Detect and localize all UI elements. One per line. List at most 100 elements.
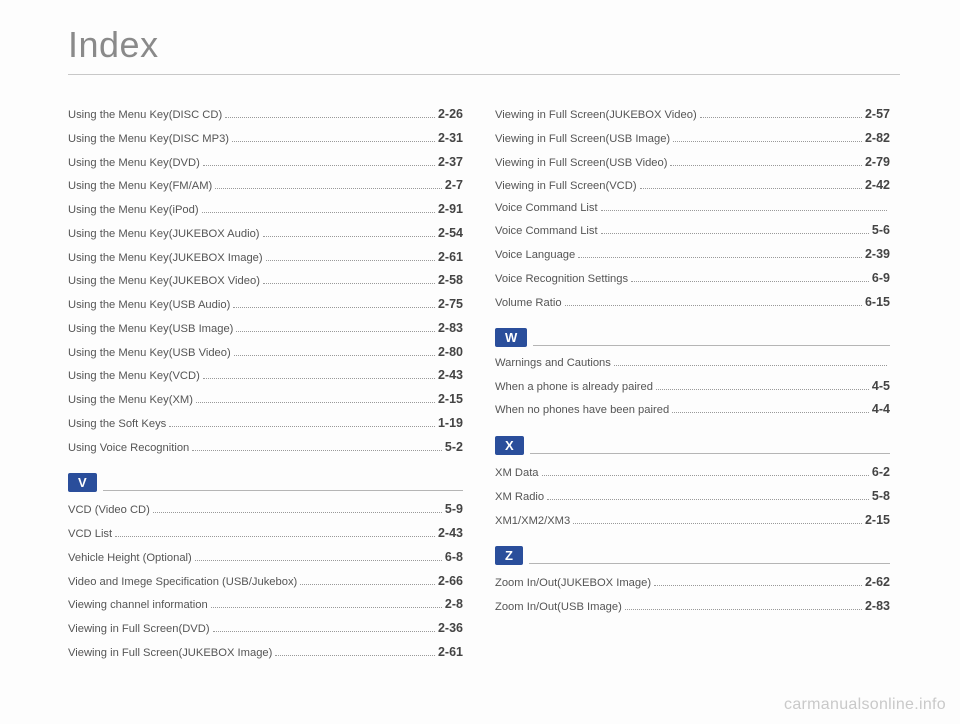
dot-leader xyxy=(300,584,435,585)
index-entry: Using the Menu Key(iPod)2-91 xyxy=(68,198,463,222)
index-entry: Voice Command List xyxy=(495,198,890,219)
index-entry: Zoom In/Out(JUKEBOX Image)2-62 xyxy=(495,571,890,595)
entry-page: 2-57 xyxy=(865,103,890,127)
section-rule xyxy=(529,563,890,564)
section-letter: X xyxy=(495,436,524,455)
entry-page: 2-7 xyxy=(445,174,463,198)
dot-leader xyxy=(565,305,862,306)
entry-label: Using the Menu Key(JUKEBOX Audio) xyxy=(68,224,260,245)
dot-leader xyxy=(234,355,435,356)
dot-leader xyxy=(573,523,862,524)
section-letter: W xyxy=(495,328,527,347)
dot-leader xyxy=(215,188,442,189)
entry-label: Using the Menu Key(DISC MP3) xyxy=(68,129,229,150)
dot-leader xyxy=(263,236,435,237)
entry-page: 2-66 xyxy=(438,570,463,594)
entry-page: 4-4 xyxy=(872,398,890,422)
dot-leader xyxy=(601,233,869,234)
entry-page: 2-15 xyxy=(438,388,463,412)
section-head-x: X xyxy=(495,436,890,455)
section-rule xyxy=(530,453,890,454)
entry-label: XM1/XM2/XM3 xyxy=(495,511,570,532)
index-entry: Using the Menu Key(USB Audio) 2-75 xyxy=(68,293,463,317)
entry-page: 2-8 xyxy=(445,593,463,617)
index-entry: Using the Menu Key(VCD)2-43 xyxy=(68,364,463,388)
entry-label: Viewing in Full Screen(USB Video) xyxy=(495,153,667,174)
index-entry: Viewing in Full Screen(USB Video)2-79 xyxy=(495,151,890,175)
entry-page: 2-15 xyxy=(865,509,890,533)
entry-page: 6-8 xyxy=(445,546,463,570)
title-rule xyxy=(68,74,900,75)
entry-page: 1-19 xyxy=(438,412,463,436)
entry-label: Using the Menu Key(USB Audio) xyxy=(68,295,230,316)
column-right: Viewing in Full Screen(JUKEBOX Video) 2-5… xyxy=(495,103,890,665)
entry-page: 2-39 xyxy=(865,243,890,267)
section-rule xyxy=(533,345,890,346)
dot-leader xyxy=(625,609,862,610)
dot-leader xyxy=(196,402,435,403)
dot-leader xyxy=(203,165,435,166)
index-columns: Using the Menu Key(DISC CD)2-26Using the… xyxy=(68,103,900,665)
dot-leader xyxy=(640,188,862,189)
entry-label: Voice Language xyxy=(495,245,575,266)
section-letter: V xyxy=(68,473,97,492)
dot-leader xyxy=(654,585,862,586)
entry-page: 2-62 xyxy=(865,571,890,595)
entry-page: 2-37 xyxy=(438,151,463,175)
entry-label: When a phone is already paired xyxy=(495,377,653,398)
index-entry: Zoom In/Out(USB Image) 2-83 xyxy=(495,595,890,619)
index-entry: Viewing in Full Screen(VCD)2-42 xyxy=(495,174,890,198)
index-entry: Using the Menu Key(XM)2-15 xyxy=(68,388,463,412)
index-entry: Viewing in Full Screen(USB Image)2-82 xyxy=(495,127,890,151)
entry-page: 2-61 xyxy=(438,246,463,270)
entry-page: 2-75 xyxy=(438,293,463,317)
entry-label: Using the Menu Key(iPod) xyxy=(68,200,199,221)
column-left: Using the Menu Key(DISC CD)2-26Using the… xyxy=(68,103,463,665)
entry-label: Zoom In/Out(USB Image) xyxy=(495,597,622,618)
entry-label: Viewing in Full Screen(JUKEBOX Image) xyxy=(68,643,272,664)
index-entry: Video and Imege Specification (USB/Jukeb… xyxy=(68,570,463,594)
entry-page: 2-43 xyxy=(438,364,463,388)
dot-leader xyxy=(266,260,435,261)
index-entry: Voice Command List 5-6 xyxy=(495,219,890,243)
entry-label: Voice Recognition Settings xyxy=(495,269,628,290)
entry-label: VCD (Video CD) xyxy=(68,500,150,521)
index-entry: XM Radio5-8 xyxy=(495,485,890,509)
entry-label: Using the Menu Key(USB Image) xyxy=(68,319,233,340)
index-entry: Viewing in Full Screen(JUKEBOX Image) 2-6… xyxy=(68,641,463,665)
dot-leader xyxy=(673,141,862,142)
dot-leader xyxy=(211,607,442,608)
entry-page: 2-83 xyxy=(865,595,890,619)
entry-page: 2-42 xyxy=(865,174,890,198)
entry-label: Viewing in Full Screen(JUKEBOX Video) xyxy=(495,105,697,126)
index-entry: XM1/XM2/XM3 2-15 xyxy=(495,509,890,533)
entry-page: 5-8 xyxy=(872,485,890,509)
entry-page: 2-61 xyxy=(438,641,463,665)
dot-leader xyxy=(614,365,887,366)
dot-leader xyxy=(202,212,435,213)
dot-leader xyxy=(236,331,435,332)
entry-label: Voice Command List xyxy=(495,221,598,242)
entry-label: Warnings and Cautions xyxy=(495,353,611,374)
dot-leader xyxy=(232,141,435,142)
entry-page: 2-26 xyxy=(438,103,463,127)
entry-label: Using the Menu Key(USB Video) xyxy=(68,343,231,364)
dot-leader xyxy=(631,281,869,282)
index-entry: Using the Menu Key(DISC MP3) 2-31 xyxy=(68,127,463,151)
entry-page: 2-31 xyxy=(438,127,463,151)
dot-leader xyxy=(169,426,435,427)
dot-leader xyxy=(656,389,869,390)
entry-label: Using the Menu Key(JUKEBOX Image) xyxy=(68,248,263,269)
entry-page: 2-43 xyxy=(438,522,463,546)
dot-leader xyxy=(115,536,435,537)
dot-leader xyxy=(700,117,862,118)
dot-leader xyxy=(225,117,435,118)
entry-label: XM Data xyxy=(495,463,539,484)
dot-leader xyxy=(578,257,862,258)
index-entry: VCD (Video CD)5-9 xyxy=(68,498,463,522)
dot-leader xyxy=(672,412,869,413)
entry-label: Viewing in Full Screen(DVD) xyxy=(68,619,210,640)
entry-label: Using the Menu Key(DVD) xyxy=(68,153,200,174)
index-entry: Using the Menu Key(FM/AM)2-7 xyxy=(68,174,463,198)
entry-page: 6-9 xyxy=(872,267,890,291)
